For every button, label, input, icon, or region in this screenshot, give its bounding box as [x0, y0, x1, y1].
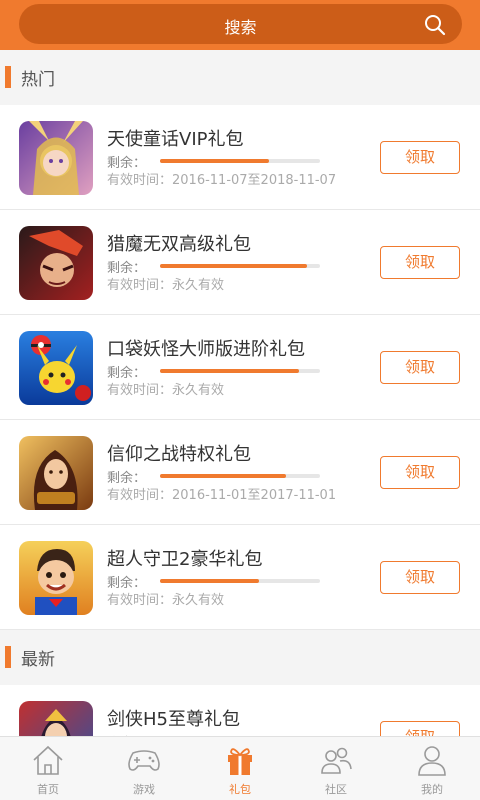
remain-progress — [160, 579, 320, 583]
tab-label: 礼包 — [229, 783, 251, 796]
remain-progress — [160, 264, 320, 268]
claim-button[interactable]: 领取 — [380, 246, 460, 279]
section-title: 最新 — [21, 650, 55, 670]
bottom-tab-bar: 首页 游戏 礼包 社区 我的 — [0, 736, 480, 800]
claim-button[interactable]: 领取 — [380, 456, 460, 489]
tab-label: 我的 — [421, 783, 443, 796]
community-icon — [321, 747, 352, 774]
valid-time: 有效时间：永久有效 — [107, 593, 225, 608]
remain-progress — [160, 159, 320, 163]
remain-progress — [160, 369, 320, 373]
valid-time: 有效时间：永久有效 — [107, 383, 225, 398]
tab-label: 社区 — [325, 783, 347, 796]
search-icon[interactable] — [424, 14, 446, 36]
valid-time: 有效时间：2016-11-07至2018-11-07 — [107, 173, 337, 188]
gift-name: 猎魔无双高级礼包 — [107, 234, 251, 255]
valid-time: 有效时间：2016-11-01至2017-11-01 — [107, 488, 337, 503]
gift-item[interactable]: 天使童话VIP礼包 剩余： 有效时间：2016-11-07至2018-11-07… — [0, 105, 480, 210]
remain-progress-fill — [160, 369, 300, 373]
gamepad-icon — [128, 750, 160, 771]
claim-button[interactable]: 领取 — [380, 721, 460, 736]
claim-button[interactable]: 领取 — [380, 561, 460, 594]
gift-name: 信仰之战特权礼包 — [107, 444, 251, 465]
gift-item[interactable]: 信仰之战特权礼包 剩余： 有效时间：2016-11-01至2017-11-01 … — [0, 420, 480, 525]
gift-name: 天使童话VIP礼包 — [107, 129, 244, 150]
remain-progress-fill — [160, 474, 287, 478]
remain-progress-fill — [160, 579, 260, 583]
gift-item[interactable]: 剑侠H5至尊礼包 剩余： 领取 — [0, 685, 480, 736]
tab-gifts[interactable]: 礼包 — [192, 737, 288, 800]
gift-item[interactable]: 超人守卫2豪华礼包 剩余： 有效时间：永久有效 领取 — [0, 525, 480, 630]
gift-item[interactable]: 猎魔无双高级礼包 剩余： 有效时间：永久有效 领取 — [0, 210, 480, 315]
section-title: 热门 — [21, 70, 55, 90]
gift-item[interactable]: 口袋妖怪大师版进阶礼包 剩余： 有效时间：永久有效 领取 — [0, 315, 480, 420]
claim-button[interactable]: 领取 — [380, 141, 460, 174]
game-icon-demon-hunter — [19, 226, 93, 300]
gift-list[interactable]: 热门 天使童话VIP礼包 剩余： 有效时间：2016-11-07至2018-11… — [0, 50, 480, 736]
section-hot: 热门 — [0, 50, 480, 105]
claim-button[interactable]: 领取 — [380, 351, 460, 384]
gift-name: 口袋妖怪大师版进阶礼包 — [107, 339, 305, 360]
game-icon-superman-guard — [19, 541, 93, 615]
game-icon-faith-war — [19, 436, 93, 510]
user-icon — [418, 746, 446, 776]
header: 搜索 — [0, 0, 480, 50]
section-marker — [5, 66, 11, 88]
remain-progress-fill — [160, 264, 308, 268]
gift-name: 超人守卫2豪华礼包 — [107, 549, 263, 570]
tab-home[interactable]: 首页 — [0, 737, 96, 800]
game-icon-pocket-monster — [19, 331, 93, 405]
remain-progress-fill — [160, 159, 269, 163]
section-marker — [5, 646, 11, 668]
tab-community[interactable]: 社区 — [288, 737, 384, 800]
valid-time: 有效时间：永久有效 — [107, 278, 225, 293]
tab-label: 首页 — [37, 783, 59, 796]
game-icon-swordsman-h5 — [19, 701, 93, 736]
tab-mine[interactable]: 我的 — [384, 737, 480, 800]
search-label: 搜索 — [224, 18, 257, 37]
gift-icon — [228, 748, 252, 775]
section-new: 最新 — [0, 630, 480, 685]
tab-games[interactable]: 游戏 — [96, 737, 192, 800]
gift-name: 剑侠H5至尊礼包 — [107, 709, 240, 730]
game-icon-angel-fairy-tale — [19, 121, 93, 195]
home-icon — [33, 745, 63, 775]
search-bar[interactable]: 搜索 — [19, 4, 462, 44]
remain-progress — [160, 474, 320, 478]
tab-label: 游戏 — [133, 783, 155, 796]
